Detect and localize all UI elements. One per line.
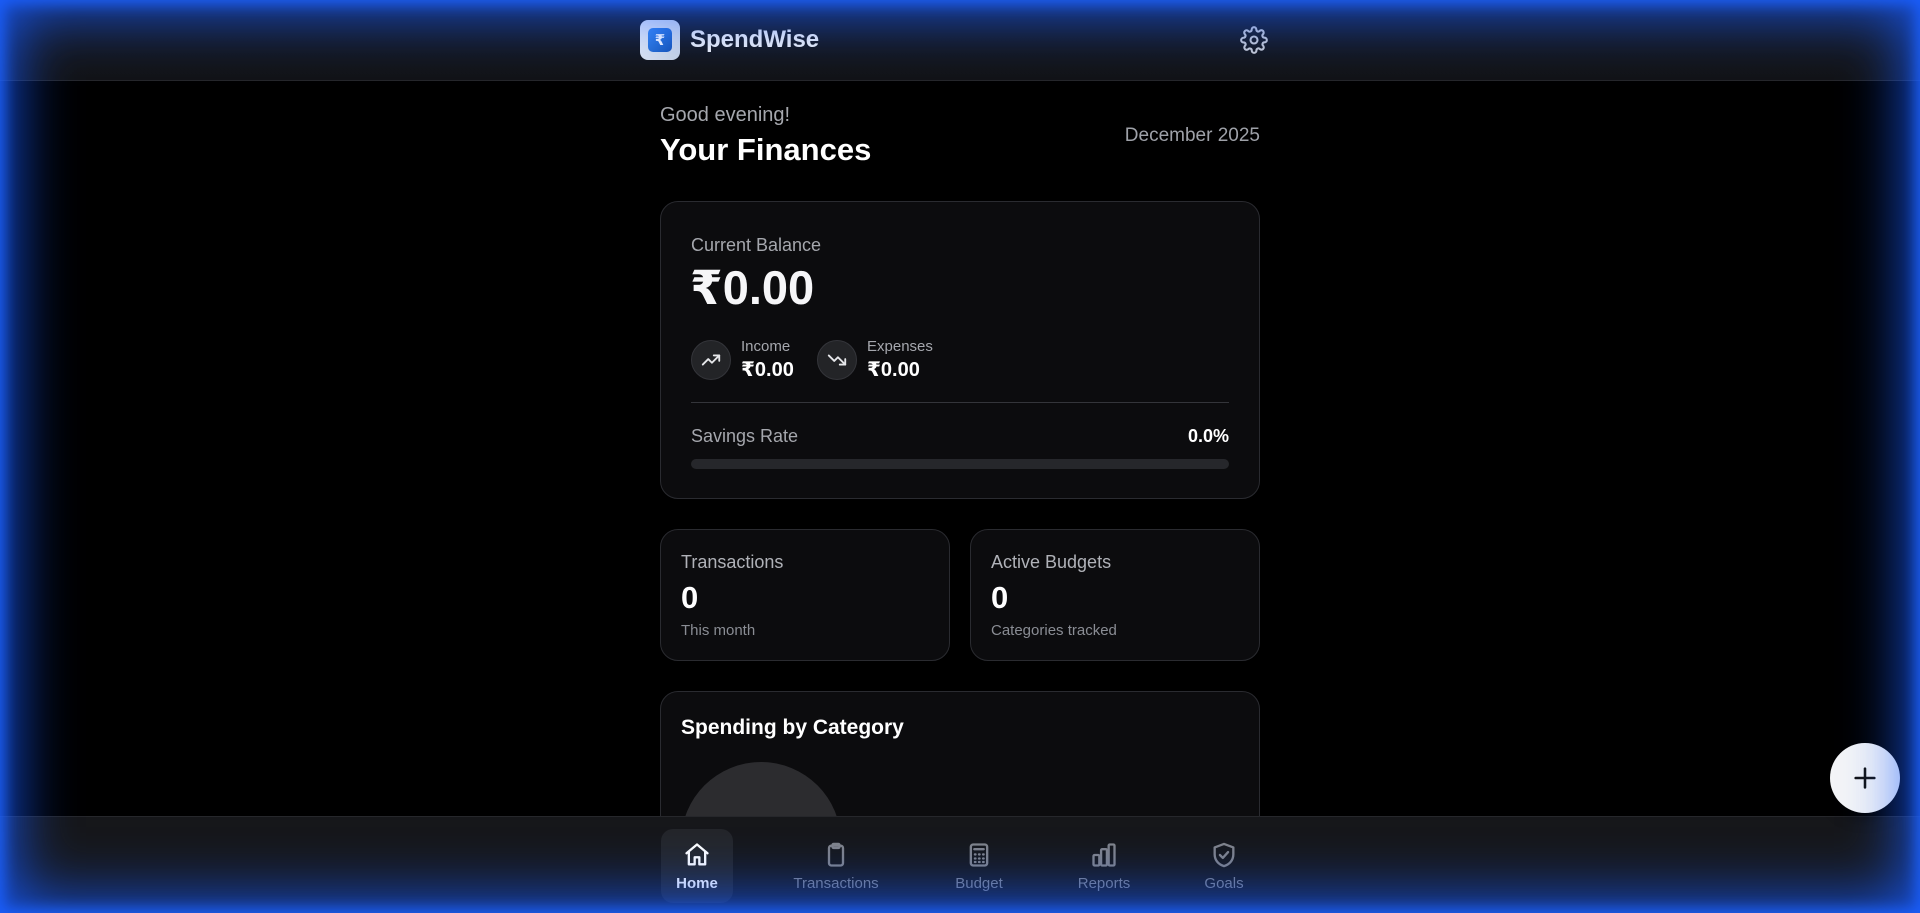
divider xyxy=(691,402,1229,403)
expenses-label: Expenses xyxy=(867,338,933,355)
expenses-value: ₹0.00 xyxy=(867,359,920,381)
nav-budget[interactable]: Budget xyxy=(939,829,1019,903)
trending-up-icon xyxy=(691,340,731,380)
greeting-text: Good evening! xyxy=(660,104,791,126)
plus-icon xyxy=(1854,767,1876,789)
transactions-count-value: 0 xyxy=(681,580,699,615)
active-budgets-sub: Categories tracked xyxy=(991,622,1117,639)
page-title: Your Finances xyxy=(660,132,872,167)
add-transaction-button[interactable] xyxy=(1830,743,1900,813)
transactions-summary-card[interactable]: Transactions 0 This month xyxy=(660,529,950,661)
active-budgets-value: 0 xyxy=(991,580,1009,615)
nav-goals[interactable]: Goals xyxy=(1190,829,1258,903)
current-month: December 2025 xyxy=(1124,125,1260,146)
savings-rate-value: 0.0% xyxy=(1187,426,1229,446)
active-budgets-label: Active Budgets xyxy=(991,552,1112,572)
transactions-count-label: Transactions xyxy=(681,552,784,572)
balance-label: Current Balance xyxy=(691,235,822,255)
savings-progress-bar xyxy=(691,459,1229,469)
income-value: ₹0.00 xyxy=(741,359,794,381)
income-stat: Income ₹0.00 xyxy=(691,338,794,382)
nav-home[interactable]: Home xyxy=(661,829,733,903)
budgets-summary-card[interactable]: Active Budgets 0 Categories tracked xyxy=(970,529,1260,661)
expenses-stat: Expenses ₹0.00 xyxy=(817,338,933,382)
nav-transactions-label: Transactions xyxy=(793,874,879,892)
brand[interactable]: ₹ SpendWise xyxy=(640,20,819,60)
settings-button[interactable] xyxy=(1240,26,1268,54)
clipboard-icon xyxy=(827,842,845,867)
nav-home-label: Home xyxy=(676,874,718,892)
app-name: SpendWise xyxy=(690,26,820,53)
balance-card: Current Balance ₹0.00 Income ₹0.00 Expen… xyxy=(660,201,1260,499)
nav-budget-label: Budget xyxy=(955,874,1003,892)
transactions-count-sub: This month xyxy=(681,622,756,639)
gear-icon xyxy=(1240,26,1268,54)
nav-reports-label: Reports xyxy=(1077,874,1131,892)
app-header: ₹ SpendWise xyxy=(0,0,1920,81)
app-logo: ₹ xyxy=(640,20,680,60)
nav-reports[interactable]: Reports xyxy=(1065,829,1143,903)
balance-value: ₹0.00 xyxy=(690,261,815,314)
home-icon xyxy=(685,842,709,865)
bar-chart-icon xyxy=(1092,842,1116,867)
bottom-navigation: Home Transactions Budget Reports Goals xyxy=(0,816,1920,913)
savings-rate-label: Savings Rate xyxy=(691,426,799,446)
income-label: Income xyxy=(741,338,791,355)
nav-transactions[interactable]: Transactions xyxy=(781,829,891,903)
trending-down-icon xyxy=(817,340,857,380)
spending-title: Spending by Category xyxy=(681,716,904,739)
nav-goals-label: Goals xyxy=(1204,874,1244,892)
rupee-logo-icon: ₹ xyxy=(648,28,672,52)
calculator-icon xyxy=(969,842,989,867)
shield-check-icon xyxy=(1213,842,1235,867)
